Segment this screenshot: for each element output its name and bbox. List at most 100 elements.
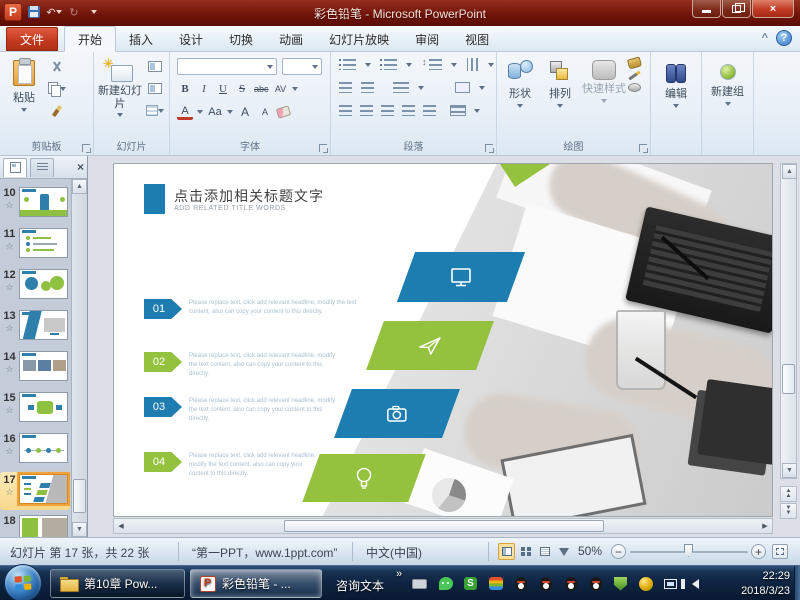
underline-button[interactable]: U: [215, 81, 231, 97]
input-method-icon[interactable]: [412, 576, 427, 591]
slide-thumbnail-10[interactable]: [19, 187, 68, 217]
line-spacing-icon[interactable]: [429, 59, 442, 70]
paste-button[interactable]: 粘贴: [4, 56, 44, 134]
editing-button[interactable]: 编辑: [655, 60, 697, 130]
copy-button[interactable]: [48, 80, 66, 97]
slide-thumbnail-14[interactable]: [19, 351, 68, 381]
zoom-level[interactable]: 50%: [578, 544, 602, 558]
list-item-04[interactable]: 04 Please replace text, click add releva…: [144, 452, 319, 479]
tab-design[interactable]: 设计: [166, 26, 216, 52]
drawing-dialog-launcher[interactable]: [639, 144, 647, 152]
section-button[interactable]: [146, 102, 164, 119]
slide-thumbnail-16[interactable]: [19, 433, 68, 463]
tab-view[interactable]: 视图: [452, 26, 502, 52]
font-color-dropdown[interactable]: [197, 110, 203, 114]
slide-subtitle[interactable]: ADD RELATED TITLE WORDS: [174, 205, 286, 212]
scroll-up-button[interactable]: ▲: [72, 179, 87, 194]
font-color-button[interactable]: A: [177, 104, 193, 120]
reset-button[interactable]: [146, 80, 164, 97]
reading-view-button[interactable]: [536, 543, 553, 560]
change-case-dropdown[interactable]: [227, 110, 233, 114]
clear-formatting-icon[interactable]: [276, 105, 291, 119]
list-item-02[interactable]: 02 Please replace text, click add releva…: [144, 352, 339, 379]
list-item-03[interactable]: 03 Please replace text, click add releva…: [144, 397, 339, 424]
distribute-icon[interactable]: [423, 105, 436, 116]
clipboard-dialog-launcher[interactable]: [82, 144, 90, 152]
slide-sorter-button[interactable]: [517, 543, 534, 560]
font-size-combo[interactable]: [282, 58, 322, 75]
slide-title[interactable]: 点击添加相关标题文字: [174, 186, 324, 206]
tab-slides-thumbnails[interactable]: [3, 158, 27, 177]
antivirus-shield-icon[interactable]: [613, 576, 628, 591]
taskbar-clock[interactable]: 22:29 2018/3/23: [741, 569, 790, 599]
tab-animations[interactable]: 动画: [266, 26, 316, 52]
collapse-ribbon-icon[interactable]: ^: [762, 32, 768, 44]
justify-icon[interactable]: [402, 105, 415, 116]
tab-transitions[interactable]: 切换: [216, 26, 266, 52]
zoom-out-button[interactable]: −: [611, 544, 626, 559]
tab-outline[interactable]: [30, 158, 54, 177]
rainbow-tray-icon[interactable]: [488, 576, 503, 591]
qq-tray-icon-1[interactable]: [513, 576, 528, 591]
scrollbar-thumb[interactable]: [73, 479, 86, 513]
previous-slide-button[interactable]: ▲▲: [780, 486, 797, 502]
slide-thumbnail-18[interactable]: [19, 515, 68, 537]
show-desktop-button[interactable]: [794, 566, 800, 600]
character-spacing-dropdown[interactable]: [292, 87, 298, 91]
zoom-slider-thumb[interactable]: [684, 544, 693, 557]
format-painter-button[interactable]: [48, 102, 66, 119]
change-case-button[interactable]: Aa: [207, 104, 223, 120]
arrange-button[interactable]: 排列: [541, 56, 579, 134]
tab-insert[interactable]: 插入: [116, 26, 166, 52]
scroll-right-button[interactable]: ▶: [758, 520, 772, 532]
slide-thumbnail-17-selected[interactable]: [19, 474, 68, 504]
numbering-icon[interactable]: [384, 59, 397, 70]
scroll-up-button[interactable]: ▲: [782, 164, 797, 179]
align-left-icon[interactable]: [339, 105, 352, 116]
font-dialog-launcher[interactable]: [319, 144, 327, 152]
shape-outline-icon[interactable]: [628, 71, 640, 81]
shapes-button[interactable]: 形状: [501, 56, 539, 134]
increase-indent-icon[interactable]: [361, 82, 374, 93]
slide-canvas[interactable]: 点击添加相关标题文字 ADD RELATED TITLE WORDS 01 Pl…: [113, 163, 773, 517]
title-accent-square[interactable]: [144, 184, 165, 214]
slideshow-button[interactable]: [555, 543, 572, 560]
paragraph-dialog-launcher[interactable]: [485, 144, 493, 152]
fit-to-window-button[interactable]: [772, 544, 788, 559]
light-bulb-shape[interactable]: [302, 454, 425, 502]
taskbar-folder-button[interactable]: 第10章 Pow...: [50, 569, 185, 598]
slide-thumbnail-11[interactable]: [19, 228, 68, 258]
qq-tray-icon-2[interactable]: [538, 576, 553, 591]
qq-tray-icon-4[interactable]: [588, 576, 603, 591]
qq-tray-icon-3[interactable]: [563, 576, 578, 591]
character-spacing-button[interactable]: AV: [273, 81, 289, 97]
slide-thumbnail-12[interactable]: [19, 269, 68, 299]
list-item-01[interactable]: 01 Please replace text, click add releva…: [144, 299, 374, 319]
volume-icon[interactable]: [688, 576, 703, 591]
paper-plane-shape[interactable]: [366, 321, 494, 370]
text-direction-icon[interactable]: [467, 58, 478, 71]
taskbar-powerpoint-button[interactable]: 彩色铅笔 - ...: [190, 569, 322, 598]
help-button[interactable]: ?: [776, 30, 792, 46]
scrollbar-thumb[interactable]: [782, 364, 795, 394]
camera-shape[interactable]: [334, 389, 460, 438]
scroll-down-button[interactable]: ▼: [782, 463, 797, 478]
close-panel-button[interactable]: ×: [77, 160, 84, 174]
network-icon[interactable]: [663, 576, 678, 591]
normal-view-button[interactable]: [498, 543, 515, 560]
horizontal-scrollbar[interactable]: ◀ ▶: [113, 518, 773, 534]
slide-thumbnail-15[interactable]: [19, 392, 68, 422]
quick-styles-button[interactable]: 快速样式: [581, 56, 627, 134]
close-button[interactable]: ×: [752, 0, 794, 18]
italic-button[interactable]: I: [196, 81, 212, 97]
next-slide-button[interactable]: ▼▼: [780, 503, 797, 519]
new-group-button[interactable]: 新建组: [704, 60, 751, 130]
start-button[interactable]: [4, 564, 42, 600]
shape-fill-icon[interactable]: [627, 56, 642, 69]
align-center-icon[interactable]: [360, 105, 373, 116]
minimize-button[interactable]: [692, 0, 721, 18]
new-slide-button[interactable]: ✳ 新建幻灯片: [97, 56, 143, 134]
slide-thumbnail-13[interactable]: [19, 310, 68, 340]
strikethrough-button[interactable]: abc: [253, 81, 270, 97]
monitor-shape[interactable]: [397, 252, 525, 302]
